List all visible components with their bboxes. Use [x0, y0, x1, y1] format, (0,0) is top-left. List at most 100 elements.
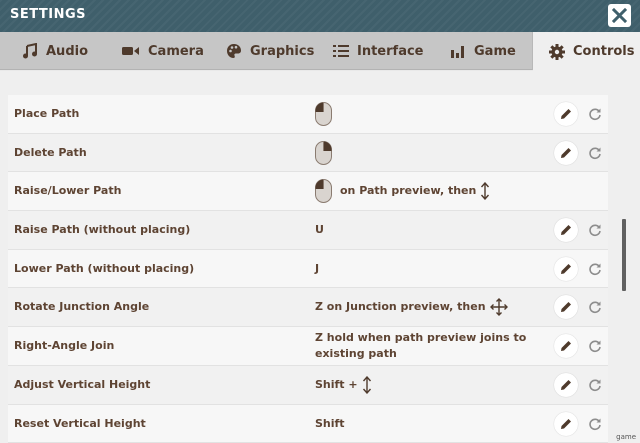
edit-binding-button[interactable] — [554, 372, 578, 397]
tab-controls[interactable]: Controls — [533, 32, 640, 71]
music-note-icon — [23, 43, 37, 59]
binding-value: Z on Junction preview, then — [315, 298, 545, 317]
action-label: Reset Vertical Height — [14, 416, 146, 430]
pencil-icon — [561, 302, 571, 313]
reset-icon — [589, 263, 601, 275]
action-label: Right-Angle Join — [14, 339, 115, 353]
action-label: Rotate Junction Angle — [14, 300, 150, 314]
edit-binding-button[interactable] — [554, 295, 578, 320]
palette-icon — [227, 44, 241, 58]
edit-binding-button[interactable] — [554, 102, 578, 126]
pencil-icon — [561, 147, 571, 158]
keybinding-row: Right-Angle Join Z hold when path previe… — [8, 327, 608, 366]
binding-text: U — [315, 223, 324, 237]
tab-audio[interactable]: Audio — [22, 32, 88, 70]
pencil-icon — [561, 225, 571, 236]
binding-value: Shift — [315, 416, 545, 432]
binding-value: U — [315, 222, 545, 238]
reset-icon — [589, 417, 601, 430]
edit-binding-button[interactable] — [554, 411, 578, 436]
mouse-left-click-icon — [315, 102, 332, 126]
reset-icon — [589, 147, 601, 159]
pencil-icon — [561, 109, 571, 119]
tab-graphics-label: Graphics — [250, 43, 315, 59]
binding-value: J — [315, 261, 545, 277]
bar-chart-icon — [451, 46, 464, 58]
keybinding-list: Place Path Delete Path Raise/Lower Path … — [8, 95, 608, 443]
pencil-icon — [561, 379, 571, 390]
action-label: Raise/Lower Path — [14, 184, 122, 198]
watermark-text: game — [616, 433, 636, 441]
gear-icon — [549, 43, 565, 60]
binding-value: Shift + — [315, 375, 545, 394]
keybinding-row: Raise/Lower Path on Path preview, then — [8, 172, 608, 212]
tab-game-label: Game — [474, 43, 516, 59]
reset-icon — [589, 379, 601, 391]
reset-binding-button[interactable] — [583, 295, 607, 319]
close-button[interactable] — [608, 4, 631, 27]
reset-binding-button[interactable] — [583, 334, 607, 358]
binding-text: Shift — [315, 416, 345, 430]
tab-interface[interactable]: Interface — [333, 32, 424, 70]
action-label: Raise Path (without placing) — [14, 223, 191, 237]
reset-binding-button[interactable] — [583, 412, 607, 436]
keybinding-row: Lower Path (without placing) J — [8, 249, 608, 289]
tab-camera[interactable]: Camera — [122, 32, 204, 70]
action-label: Lower Path (without placing) — [14, 261, 195, 275]
pencil-icon — [561, 341, 571, 352]
mouse-right-click-icon — [315, 140, 332, 165]
reset-binding-button[interactable] — [583, 218, 607, 242]
tab-controls-label: Controls — [573, 44, 635, 59]
tab-graphics[interactable]: Graphics — [226, 32, 314, 70]
tab-bar: Audio Camera Graphics Interface Game Con… — [0, 32, 640, 71]
keybinding-row: Raise Path (without placing) U — [8, 211, 608, 250]
edit-binding-button[interactable] — [554, 218, 578, 243]
keybinding-row: Delete Path — [8, 133, 608, 173]
reset-binding-button[interactable] — [583, 141, 607, 165]
binding-text: J — [315, 261, 320, 275]
tab-game[interactable]: Game — [450, 32, 516, 70]
keybinding-row: Adjust Vertical Height Shift + — [8, 365, 608, 405]
tab-interface-label: Interface — [357, 43, 424, 59]
reset-icon — [589, 340, 601, 353]
binding-value — [315, 102, 545, 126]
pencil-icon — [561, 418, 571, 429]
move-arrows-icon — [489, 298, 508, 317]
video-camera-icon — [122, 47, 139, 55]
window-title: SETTINGS — [10, 7, 87, 22]
reset-binding-button[interactable] — [583, 257, 607, 281]
list-icon — [333, 45, 349, 57]
binding-text: Z hold when path preview joins to existi… — [315, 331, 527, 361]
keybinding-row: Place Path — [8, 95, 608, 134]
binding-text: Shift + — [315, 377, 358, 391]
binding-value: on Path preview, then — [315, 179, 545, 204]
scrollbar-thumb[interactable] — [622, 219, 626, 291]
binding-text: on Path preview, then — [340, 184, 477, 198]
reset-binding-button[interactable] — [583, 102, 607, 126]
vertical-drag-icon — [481, 182, 490, 201]
tab-audio-label: Audio — [46, 43, 89, 59]
pencil-icon — [561, 263, 571, 274]
binding-text: Z on Junction preview, then — [315, 300, 486, 314]
keybinding-row: Rotate Junction Angle Z on Junction prev… — [8, 288, 608, 328]
action-label: Delete Path — [14, 145, 87, 159]
reset-icon — [589, 224, 601, 237]
action-label: Adjust Vertical Height — [14, 377, 151, 391]
action-label: Place Path — [14, 107, 80, 120]
reset-icon — [589, 108, 601, 121]
controls-panel: Place Path Delete Path Raise/Lower Path … — [0, 71, 640, 443]
binding-value — [315, 140, 545, 165]
edit-binding-button[interactable] — [554, 256, 578, 281]
reset-icon — [589, 301, 601, 314]
edit-binding-button[interactable] — [554, 334, 578, 359]
binding-value: Z hold when path preview joins to existi… — [315, 330, 530, 362]
vertical-drag-icon — [362, 375, 371, 394]
tab-camera-label: Camera — [148, 43, 204, 59]
scrollbar[interactable] — [620, 71, 628, 443]
close-icon — [612, 8, 627, 23]
title-bar: SETTINGS — [0, 0, 640, 32]
keybinding-row: Reset Vertical Height Shift — [8, 404, 608, 443]
reset-binding-button[interactable] — [583, 373, 607, 397]
edit-binding-button[interactable] — [554, 140, 578, 165]
mouse-left-click-icon — [315, 179, 332, 204]
